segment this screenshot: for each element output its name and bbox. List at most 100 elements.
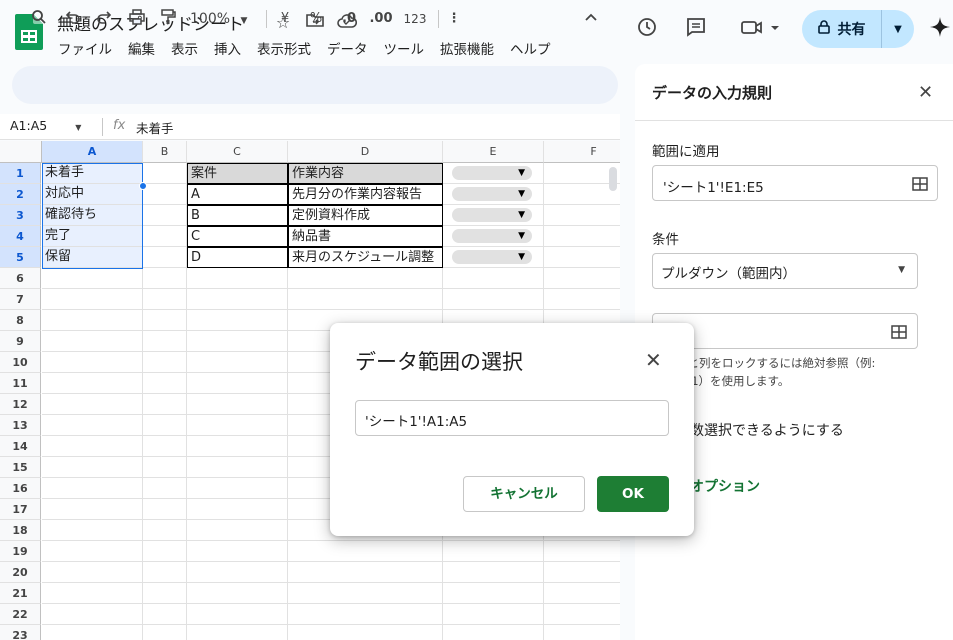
cell[interactable] (42, 562, 143, 583)
cell[interactable] (143, 352, 187, 373)
cell[interactable] (187, 520, 288, 541)
cell[interactable] (143, 289, 187, 310)
vertical-scrollbar[interactable] (609, 167, 617, 191)
row-header[interactable]: 22 (0, 604, 41, 625)
close-icon[interactable]: ✕ (918, 82, 933, 103)
menu-insert[interactable]: 挿入 (214, 38, 241, 58)
undo-icon[interactable] (62, 9, 84, 29)
print-icon[interactable] (126, 9, 148, 29)
cell[interactable] (187, 268, 288, 289)
meet-icon[interactable] (738, 16, 782, 42)
name-box[interactable]: A1:A5 ▼ (10, 118, 81, 133)
dropdown-chip[interactable]: ▼ (452, 187, 532, 201)
cell[interactable]: 未着手 (42, 163, 143, 184)
cell[interactable]: A (187, 184, 288, 205)
row-header[interactable]: 8 (0, 310, 41, 331)
cell[interactable] (143, 394, 187, 415)
row-header[interactable]: 18 (0, 520, 41, 541)
share-dropdown-icon[interactable]: ▼ (882, 24, 914, 35)
cell[interactable] (288, 289, 443, 310)
row-header[interactable]: 6 (0, 268, 41, 289)
range-input[interactable]: 'シート1'!A1:A5 (355, 400, 669, 436)
increase-decimal-button[interactable]: .00 (368, 9, 394, 29)
cell[interactable]: 対応中 (42, 184, 143, 205)
cell[interactable] (143, 478, 187, 499)
menu-help[interactable]: ヘルプ (510, 38, 551, 58)
select-all-corner[interactable] (0, 141, 42, 163)
cell[interactable] (187, 373, 288, 394)
cell[interactable] (187, 457, 288, 478)
dropdown-chip[interactable]: ▼ (452, 208, 532, 222)
cell[interactable] (288, 562, 443, 583)
row-header[interactable]: 5 (0, 247, 41, 268)
menu-extensions[interactable]: 拡張機能 (440, 38, 494, 58)
cell[interactable] (42, 457, 143, 478)
cell[interactable] (187, 352, 288, 373)
cell[interactable] (42, 541, 143, 562)
cell[interactable] (143, 310, 187, 331)
cell[interactable] (143, 583, 187, 604)
cell[interactable] (42, 331, 143, 352)
row-header[interactable]: 21 (0, 583, 41, 604)
row-header[interactable]: 10 (0, 352, 41, 373)
cell[interactable] (143, 499, 187, 520)
cell[interactable] (443, 583, 544, 604)
cell[interactable] (187, 562, 288, 583)
cell[interactable] (143, 331, 187, 352)
ok-button[interactable]: OK (597, 476, 669, 512)
cell[interactable] (187, 436, 288, 457)
cell[interactable] (143, 562, 187, 583)
column-header-f[interactable]: F (544, 141, 620, 163)
row-header[interactable]: 9 (0, 331, 41, 352)
row-header[interactable]: 16 (0, 478, 41, 499)
cell[interactable] (288, 604, 443, 625)
cell[interactable] (544, 205, 620, 226)
cell[interactable] (187, 394, 288, 415)
comment-icon[interactable] (683, 16, 709, 42)
cell[interactable] (187, 415, 288, 436)
cell[interactable] (143, 604, 187, 625)
cell[interactable] (42, 373, 143, 394)
cell[interactable] (187, 499, 288, 520)
paint-format-icon[interactable] (157, 9, 179, 29)
dropdown-chip[interactable]: ▼ (452, 166, 532, 180)
cell[interactable] (42, 583, 143, 604)
cell[interactable] (443, 541, 544, 562)
cell[interactable]: 保留 (42, 247, 143, 268)
share-button[interactable]: 共有 ▼ (802, 10, 914, 48)
row-header[interactable]: 2 (0, 184, 41, 205)
cell[interactable]: D (187, 247, 288, 268)
cell[interactable] (544, 247, 620, 268)
cell[interactable]: 納品書 (288, 226, 443, 247)
cell[interactable] (187, 541, 288, 562)
menu-file[interactable]: ファイル (58, 38, 112, 58)
zoom-select[interactable]: 100% ▼ (190, 9, 250, 29)
cell[interactable] (42, 289, 143, 310)
close-icon[interactable]: ✕ (645, 348, 662, 372)
currency-button[interactable]: ¥ (276, 9, 294, 29)
criteria-select[interactable]: プルダウン（範囲内） ▼ (652, 253, 918, 289)
row-header[interactable]: 4 (0, 226, 41, 247)
cell[interactable] (544, 289, 620, 310)
cell[interactable] (187, 583, 288, 604)
dropdown-chip[interactable]: ▼ (452, 229, 532, 243)
cell[interactable] (143, 415, 187, 436)
row-header[interactable]: 14 (0, 436, 41, 457)
apply-range-field[interactable]: 'シート1'!E1:E5 (652, 165, 938, 201)
cell[interactable]: 確認待ち (42, 205, 143, 226)
cell[interactable] (42, 310, 143, 331)
row-header[interactable]: 23 (0, 625, 41, 640)
formula-input[interactable]: 未着手 (136, 118, 174, 137)
redo-icon[interactable] (93, 9, 115, 29)
cell[interactable] (42, 436, 143, 457)
cell[interactable] (288, 625, 443, 640)
row-header[interactable]: 19 (0, 541, 41, 562)
cell[interactable] (187, 310, 288, 331)
cell[interactable]: B (187, 205, 288, 226)
row-header[interactable]: 20 (0, 562, 41, 583)
column-header-a[interactable]: A (42, 141, 143, 163)
cell[interactable] (143, 520, 187, 541)
row-header[interactable]: 15 (0, 457, 41, 478)
cell[interactable] (544, 226, 620, 247)
cell[interactable] (187, 604, 288, 625)
